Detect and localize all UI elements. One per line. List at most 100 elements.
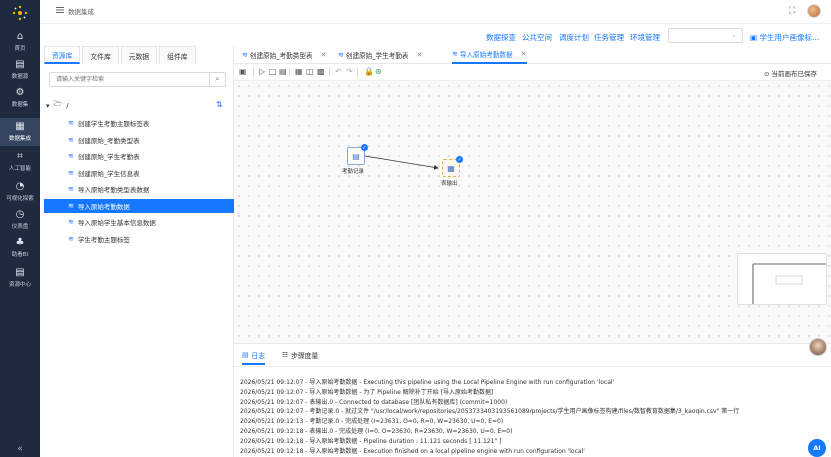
tree-item-label: 创建原始_学生信息表 (77, 169, 140, 178)
pipeline-icon: ≋ (68, 185, 74, 193)
menu-env-management[interactable]: 环境管理 (630, 32, 660, 43)
project-link-label: 学生用户画像标... (759, 33, 820, 42)
environment-select[interactable]: ⌄ (668, 28, 743, 43)
nav-item-6[interactable]: ◷ 仪表盘 (0, 206, 40, 234)
org-icon: ♣ (15, 237, 25, 248)
sort-icon[interactable]: ⇅ (216, 100, 223, 109)
tree-item-label: 学生考勤主题标签 (77, 235, 130, 244)
nav-item-label: 数据集成 (8, 136, 31, 142)
check-badge-icon: ✓ (456, 156, 463, 163)
nav-item-label: 首页 (14, 46, 26, 52)
folder-icon: 🗁 (53, 100, 63, 108)
left-nav: ⌂ 首页 ▤ 数据源 ⚙ 数据集 ▦ 数据集成 ⌗ 人工智能 ◔ 可视化探索 ◷ 仪表盘 ♣ 助看BI ▤ 资源中… (0, 0, 40, 457)
nav-item-label: 助看BI (11, 252, 29, 258)
nav-item-label: 资源中心 (8, 282, 31, 288)
stop-icon[interactable]: □ (269, 67, 277, 76)
resource-icon: ▤ (15, 267, 25, 278)
tab-import-attendance[interactable]: ≋ 导入原始考勤数据 ✕ (452, 46, 527, 64)
node-table-output[interactable]: ▦ ✓ (442, 156, 463, 177)
collapse-nav-button[interactable]: « (0, 440, 40, 457)
save-icon[interactable]: ▣ (239, 67, 247, 76)
pipeline-canvas[interactable]: ▤ ✓ 考勤记录 ▦ ✓ 表输出 (234, 81, 831, 343)
app-logo-icon (12, 5, 28, 21)
menu-task-management[interactable]: 任务管理 (594, 32, 624, 43)
tab-metadata[interactable]: 元数据 (120, 46, 158, 64)
tab-create-student-attendance[interactable]: ≋ 创建原始_学生考勤表 ✕ (338, 46, 422, 64)
run-icon[interactable]: ▷ (259, 67, 265, 76)
tree-item[interactable]: ≋ 导入原始学生基本信息数据 (44, 215, 234, 229)
pipeline-icon: ≋ (68, 168, 74, 177)
tab-component-lib[interactable]: 组件库 (159, 46, 196, 64)
integration-icon: ▦ (15, 121, 25, 132)
assistant-avatar[interactable] (809, 338, 827, 356)
nav-item-label: 人工智能 (8, 166, 31, 172)
log-line: 2026/05/21 09:12:18 - 导入原始考勤数据 - Pipelin… (240, 437, 502, 445)
fullscreen-icon[interactable]: ⛶ (789, 6, 795, 16)
pipeline-icon: ≋ (338, 51, 344, 59)
nav-item-0[interactable]: ⌂ 首页 (0, 28, 40, 56)
nav-item-5[interactable]: ◔ 可视化探索 (0, 178, 40, 206)
project-link[interactable]: ▣ 学生用户画像标... (750, 32, 819, 43)
menu-schedule[interactable]: 调度计划 (559, 32, 589, 43)
search-icon[interactable]: ⌕ (209, 73, 225, 86)
menu-data-explore[interactable]: 数据探查 (486, 32, 516, 43)
tab-log[interactable]: ▤ 日志 (242, 350, 266, 365)
nav-item-label: 可视化探索 (6, 196, 34, 202)
undo-icon[interactable]: ↶ (335, 67, 342, 76)
nav-item-4[interactable]: ⌗ 人工智能 (0, 148, 40, 176)
tab-step-metrics[interactable]: ☷ 步骤度量 (282, 350, 318, 360)
tab-file-lib[interactable]: 文件库 (82, 46, 119, 64)
metrics-icon: ☷ (282, 351, 289, 359)
close-icon[interactable]: ✕ (321, 51, 327, 59)
tree-item[interactable]: ≋ 导入原始考勤数据 (44, 198, 234, 213)
lock-icon[interactable]: 🔒 (364, 67, 374, 76)
tree-item[interactable]: ≋ 导入原始考勤类型表数据 (44, 182, 234, 196)
tree-item[interactable]: ≋ 创建原始_考勤类型表 (44, 133, 234, 147)
close-icon[interactable]: ✕ (417, 51, 423, 59)
preview-icon[interactable]: ▤ (279, 67, 287, 76)
tree-item[interactable]: ≋ 学生考勤主题标签 (44, 232, 234, 246)
tree-item[interactable]: ≋ 创建原始_学生信息表 (44, 166, 234, 180)
pipeline-icon: ≋ (68, 201, 74, 210)
canvas-minimap[interactable] (737, 253, 827, 305)
tab-log-label: 日志 (251, 352, 266, 360)
grid-icon[interactable]: ▦ (295, 67, 303, 76)
node-attendance-records[interactable]: ▤ ✓ (347, 144, 368, 165)
share-icon[interactable]: ⊛ (375, 67, 382, 76)
nav-item-3[interactable]: ▦ 数据集成 (0, 118, 40, 146)
menu-bar: 数据探查 公共空间 调度计划 任务管理 环境管理 ⌄ ▣ 学生用户画像标... (40, 24, 831, 46)
ai-assistant-button[interactable]: AI (808, 439, 826, 457)
log-line: 2026/05/21 09:12:18 - 导入原始考勤数据 - Executi… (240, 447, 585, 455)
resource-panel: 资源库 文件库 元数据 组件库 ⌕ ▾ 🗁 / ⇅ ≋创建学生考勤主题标签表≋创… (40, 46, 234, 457)
nav-item-label: 仪表盘 (11, 224, 29, 230)
tree-item[interactable]: ≋ 创建原始_学生考勤表 (44, 149, 234, 163)
node-label: 表输出 (441, 181, 458, 187)
check-circle-icon: ⊙ (764, 70, 772, 78)
tree-root[interactable]: ▾ 🗁 / (46, 100, 69, 111)
pipeline-icon: ≋ (68, 119, 74, 127)
nav-item-8[interactable]: ▤ 资源中心 (0, 264, 40, 292)
minimap-viewport (752, 263, 826, 304)
log-line: 2026/05/21 09:12:13 - 考勤记录.0 - 完成处理 (I=2… (240, 418, 504, 426)
tab-create-attendance-type[interactable]: ≋ 创建原始_考勤类型表 ✕ (242, 46, 326, 64)
chart-icon[interactable]: ◫ (306, 67, 314, 76)
table-icon[interactable]: ▩ (317, 67, 325, 76)
home-icon: ⌂ (16, 31, 24, 42)
tree-item-label: 导入原始学生基本信息数据 (77, 219, 156, 227)
close-icon[interactable]: ✕ (521, 50, 527, 58)
tree-item[interactable]: ≋ 创建学生考勤主题标签表 (44, 116, 234, 130)
table-output-icon: ▦ (447, 163, 455, 173)
nav-item-1[interactable]: ▤ 数据源 (0, 56, 40, 84)
menu-public-space[interactable]: 公共空间 (522, 32, 552, 43)
nav-item-7[interactable]: ♣ 助看BI (0, 234, 40, 262)
search-input[interactable] (50, 73, 205, 86)
tab-resource-lib[interactable]: 资源库 (44, 46, 81, 64)
pipeline-icon: ≋ (242, 51, 248, 59)
menu-icon[interactable] (56, 6, 64, 14)
save-status: ⊙ 当前画布已保存 (764, 68, 817, 78)
user-avatar[interactable] (807, 4, 821, 18)
nav-item-2[interactable]: ⚙ 数据集 (0, 84, 40, 112)
pipeline-icon: ≋ (68, 152, 74, 160)
file-input-icon: ▤ (352, 151, 360, 161)
redo-icon[interactable]: ↷ (346, 67, 353, 76)
